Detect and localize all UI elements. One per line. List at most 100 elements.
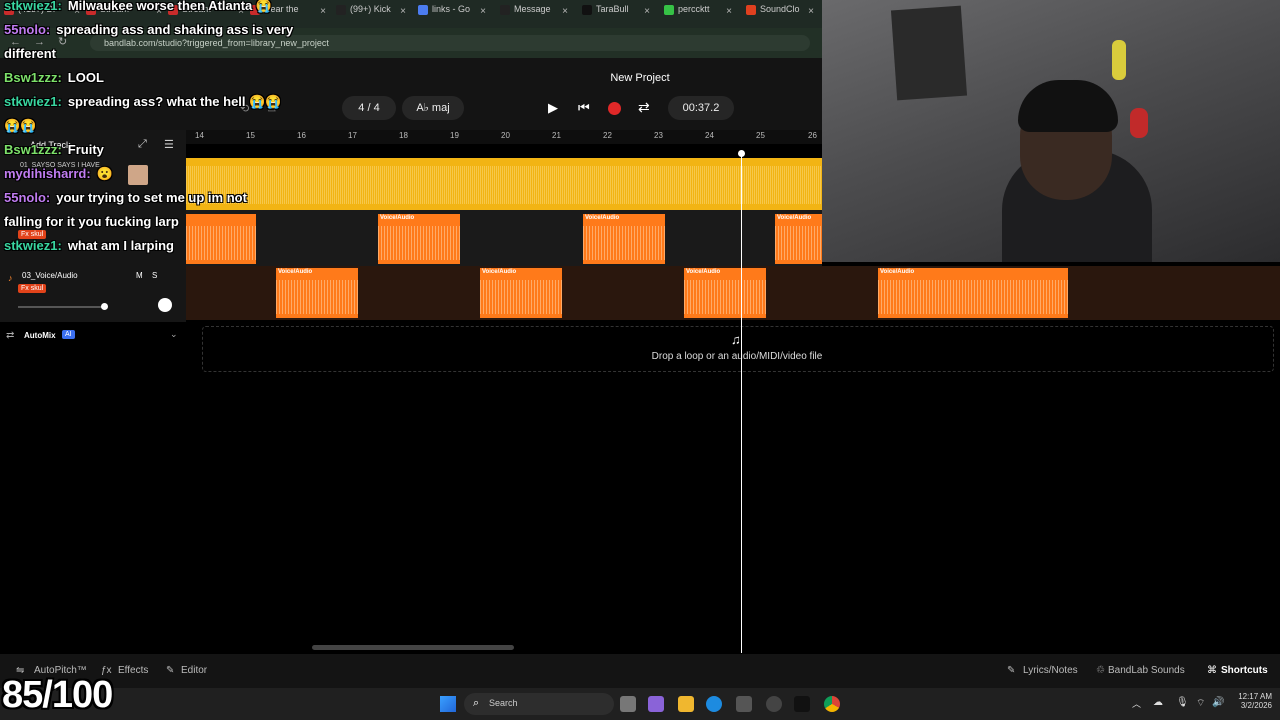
taskbar-clock[interactable]: 12:17 AM 3/2/2026 [1228, 692, 1272, 710]
key-button[interactable]: A♭ maj [402, 96, 464, 120]
chat-message: mydihisharrd: 😮 [4, 166, 113, 182]
track-lane-3[interactable]: Voice/Audio Voice/Audio Voice/Audio Voic… [186, 266, 1280, 320]
wifi-icon[interactable]: ⌔ [1196, 697, 1205, 710]
task-view-icon[interactable] [620, 696, 636, 712]
close-icon[interactable]: × [726, 6, 732, 17]
volume-icon[interactable]: 🔊 [1212, 697, 1224, 708]
project-title[interactable]: New Project [560, 72, 720, 84]
chrome-icon[interactable] [824, 696, 840, 712]
close-icon[interactable]: × [562, 6, 568, 17]
waveform [378, 226, 460, 260]
chat-message: Bsw1zzz: LOOL [4, 70, 104, 85]
mute-button[interactable]: M [136, 271, 143, 280]
audio-clip[interactable]: Voice/Audio [378, 214, 460, 264]
audio-clip[interactable]: Voice/Audio [583, 214, 665, 264]
taskbar-search-box[interactable]: ⌕ Search [464, 693, 614, 715]
chevron-up-icon[interactable]: ︿ [1132, 697, 1141, 710]
horizontal-scrollbar[interactable] [312, 645, 514, 650]
lyrics-notes-button[interactable]: Lyrics/Notes [1023, 665, 1078, 676]
bandlab-sounds-button[interactable]: BandLab Sounds [1108, 665, 1185, 676]
waveform [775, 226, 822, 260]
editor-button[interactable]: Editor [181, 665, 207, 676]
ruler-tick: 23 [654, 131, 663, 140]
ruler-tick: 14 [195, 131, 204, 140]
play-icon[interactable]: ▶ [548, 100, 558, 116]
close-icon[interactable]: × [320, 6, 326, 17]
shortcuts-button[interactable]: Shortcuts [1221, 665, 1268, 676]
audio-clip[interactable] [186, 214, 256, 264]
record-button[interactable] [608, 102, 621, 115]
tab-favicon-icon [418, 4, 428, 15]
file-explorer-icon[interactable] [678, 696, 694, 712]
wall-poster [890, 5, 968, 101]
browser-tab[interactable]: perccktt × [664, 4, 734, 24]
chat-text: spreading ass and shaking ass is very [56, 22, 294, 37]
chevron-down-icon[interactable]: ⌄ [170, 329, 178, 340]
timeline-ruler[interactable]: 14 15 16 17 18 19 20 21 22 23 24 25 26 [186, 130, 822, 144]
music-note-icon: ♫ [731, 332, 741, 347]
copilot-icon[interactable] [648, 696, 664, 712]
tab-favicon-icon [746, 4, 756, 15]
volume-slider[interactable] [18, 306, 104, 308]
chat-text: spreading ass? what the hell 😭😭 [67, 94, 282, 109]
playhead[interactable] [741, 153, 742, 653]
chat-text: what am I larping [67, 238, 174, 253]
edge-icon[interactable] [706, 696, 722, 712]
track-lane-2[interactable]: Voice/Audio Voice/Audio Voice/Audio [186, 210, 822, 266]
fx-badge[interactable]: Fx skul [18, 284, 47, 293]
waveform [878, 280, 1068, 314]
audio-clip[interactable]: Voice/Audio [480, 268, 562, 318]
close-icon[interactable]: × [480, 6, 486, 17]
audio-clip[interactable]: Voice/Audio [276, 268, 358, 318]
track-name[interactable]: 03_Voice/Audio [22, 271, 78, 280]
chat-message: falling for it you fucking larp [4, 214, 179, 229]
wand-icon[interactable]: ⤢ [138, 138, 147, 151]
volume-slider-handle[interactable] [101, 303, 108, 310]
clip-label: Voice/Audio [880, 269, 915, 275]
ruler-tick: 25 [756, 131, 765, 140]
chat-text: 😮 [96, 166, 113, 181]
pan-knob[interactable] [158, 298, 172, 312]
browser-tab[interactable]: Message × [500, 4, 570, 24]
mic-icon: ♪ [8, 273, 13, 283]
cloud-icon[interactable]: ☁ [1153, 697, 1163, 708]
clip-label: Voice/Audio [777, 215, 812, 221]
audio-clip[interactable]: Voice/Audio [775, 214, 822, 264]
close-icon[interactable]: × [644, 6, 650, 17]
audio-clip[interactable]: Voice/Audio [684, 268, 766, 318]
person-beanie [1018, 80, 1118, 132]
close-icon[interactable]: × [808, 6, 814, 17]
tab-favicon-icon [664, 4, 674, 15]
track-lane-1-waveform[interactable] [186, 158, 822, 210]
time-signature-button[interactable]: 4 / 4 [342, 96, 396, 120]
skip-back-icon[interactable]: ⏮ [578, 100, 590, 116]
tab-label: Message [514, 4, 551, 14]
tab-label: SoundClo [760, 4, 800, 14]
effects-button[interactable]: Effects [118, 665, 148, 676]
ruler-tick: 19 [450, 131, 459, 140]
settings-icon[interactable] [766, 696, 782, 712]
browser-tab[interactable]: links - Go × [418, 4, 488, 24]
webcam-overlay [822, 0, 1280, 262]
settings-icon[interactable]: ☰ [164, 138, 174, 151]
browser-tab[interactable]: (99+) Kick × [336, 4, 408, 24]
app-icon[interactable] [794, 696, 810, 712]
chat-message: 😭😭 [4, 118, 36, 134]
ruler-tick: 21 [552, 131, 561, 140]
store-icon[interactable] [736, 696, 752, 712]
solo-button[interactable]: S [152, 271, 157, 280]
waveform [583, 226, 665, 260]
audio-clip[interactable]: Voice/Audio [878, 268, 1068, 318]
url-input[interactable]: bandlab.com/studio?triggered_from=librar… [90, 35, 810, 51]
mic-icon[interactable]: 🎙 [1176, 697, 1189, 708]
taskbar-time: 12:17 AM [1238, 692, 1272, 701]
loop-icon[interactable]: ⇄ [638, 99, 650, 116]
close-icon[interactable]: × [400, 6, 406, 17]
automix-label[interactable]: AutoMix [24, 331, 56, 340]
playhead-handle[interactable] [738, 150, 745, 157]
chat-text: your trying to set me up im not [56, 190, 247, 205]
browser-tab[interactable]: TaraBull × [582, 4, 652, 24]
windows-start-icon[interactable] [440, 696, 456, 712]
browser-tab[interactable]: SoundClo × [746, 4, 816, 24]
windows-taskbar: ⌕ Search ︿ ☁ 🎙 ⌔ 🔊 12:17 AM 3/2/2026 [0, 688, 1280, 720]
